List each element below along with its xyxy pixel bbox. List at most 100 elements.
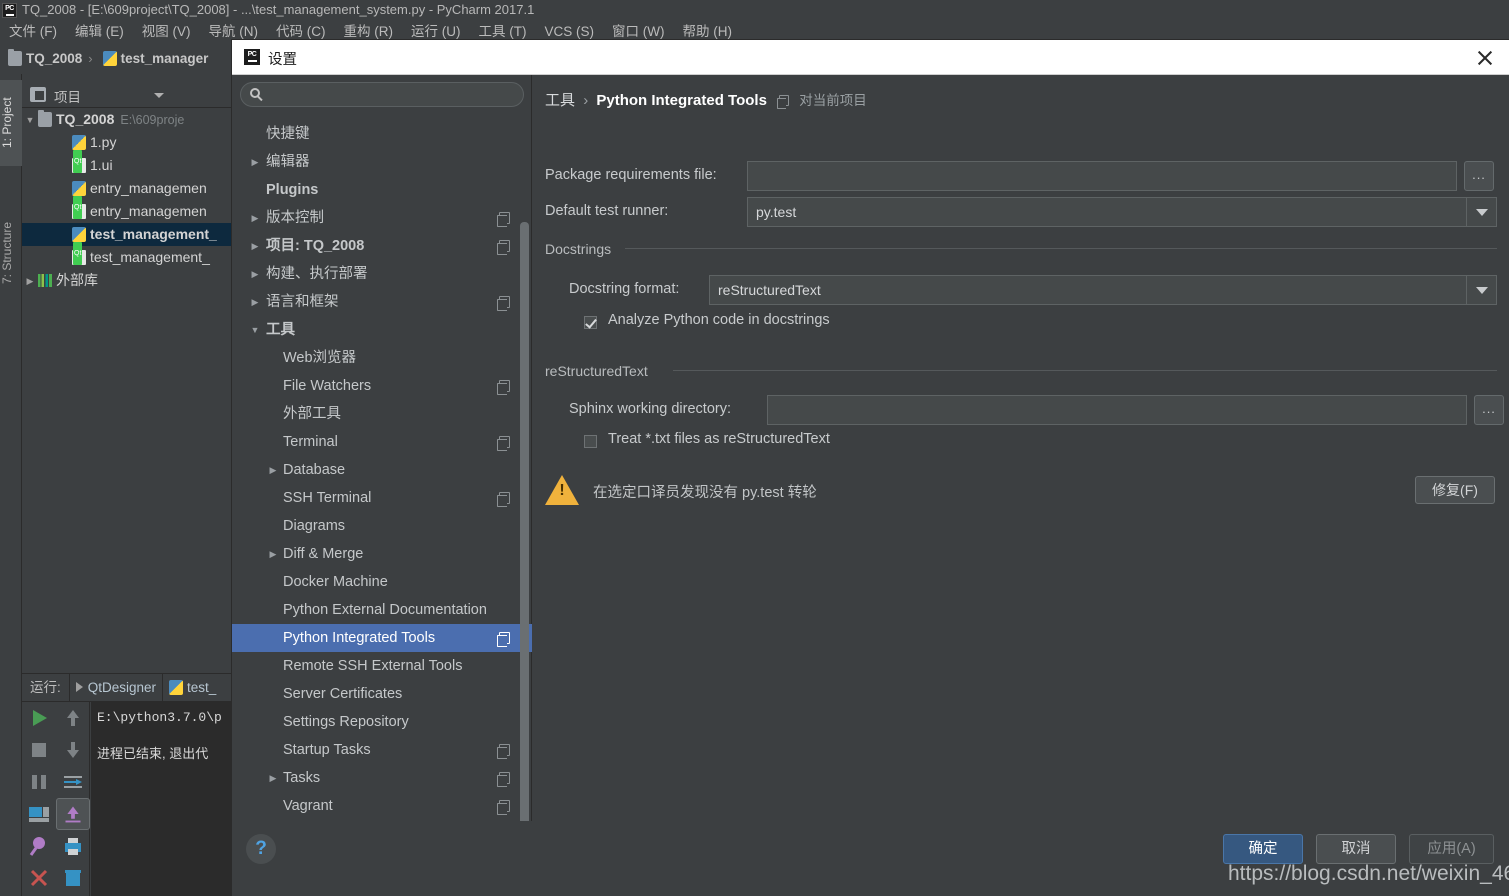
project-tree-row[interactable]: 1.py [22, 131, 232, 154]
settings-tree-item-17[interactable]: Python External Documentation [232, 596, 532, 624]
settings-tree-item-19[interactable]: Remote SSH External Tools [232, 652, 532, 680]
docstring-format-combobox[interactable]: reStructuredText [709, 275, 1497, 305]
settings-tree-item-15[interactable]: ▶ Diff & Merge [232, 540, 532, 568]
ide-breadcrumb-1[interactable]: test_manager [95, 44, 213, 74]
soft-wrap-button[interactable] [56, 766, 90, 798]
treat-txt-as-rest-label[interactable]: Treat *.txt files as reStructuredText [608, 431, 830, 447]
scroll-to-end-button[interactable] [56, 798, 90, 830]
chevron-right-icon[interactable]: ▶ [264, 540, 282, 568]
default-test-runner-combobox[interactable]: py.test [747, 197, 1497, 227]
ide-breadcrumb-0[interactable]: TQ_2008 [0, 44, 86, 74]
treat-txt-as-rest-checkbox[interactable] [584, 435, 597, 448]
rail-item-structure[interactable]: 7: Structure [0, 200, 22, 306]
project-tree[interactable]: ▼ TQ_2008 E:\609proje1.py 1.ui entry_managem… [22, 108, 232, 673]
menu-item-2[interactable]: 视图 (V) [133, 20, 200, 44]
scroll-up-button[interactable] [56, 702, 90, 734]
package-requirements-browse-button[interactable]: ... [1464, 161, 1494, 191]
copy-settings-icon[interactable] [497, 380, 510, 395]
run-tab-0[interactable]: QtDesigner [68, 674, 162, 701]
project-tree-row[interactable]: ▼ TQ_2008 E:\609proje [22, 108, 232, 131]
settings-tree-item-11[interactable]: Terminal [232, 428, 532, 456]
settings-tree-item-3[interactable]: ▶ 版本控制 [232, 204, 532, 232]
chevron-right-icon[interactable]: ▶ [246, 204, 264, 232]
pin-tab-button[interactable] [22, 830, 56, 862]
menu-item-1[interactable]: 编辑 (E) [66, 20, 133, 44]
clear-all-button[interactable] [56, 862, 90, 894]
run-tab-1[interactable]: test_ [162, 674, 222, 701]
chevron-right-icon[interactable]: ▶ [246, 148, 264, 176]
project-tree-row[interactable]: 1.ui [22, 150, 232, 177]
apply-button[interactable]: 应用(A) [1409, 834, 1494, 864]
project-tree-row[interactable]: test_management_ [22, 242, 232, 269]
settings-tree-item-9[interactable]: File Watchers [232, 372, 532, 400]
settings-tree-item-13[interactable]: SSH Terminal [232, 484, 532, 512]
project-tree-row[interactable]: entry_managemen [22, 177, 232, 200]
settings-tree-item-2[interactable]: Plugins [232, 176, 532, 204]
settings-tree-item-24[interactable]: Vagrant [232, 792, 532, 820]
chevron-right-icon[interactable]: ▶ [246, 288, 264, 316]
copy-settings-icon[interactable] [497, 436, 510, 451]
chevron-down-icon[interactable] [1466, 276, 1496, 304]
package-requirements-input[interactable] [747, 161, 1457, 191]
chevron-right-icon[interactable]: ▶ [264, 764, 282, 792]
copy-settings-icon[interactable] [497, 632, 510, 647]
scroll-down-button[interactable] [56, 734, 90, 766]
breadcrumb-root[interactable]: 工具 [545, 92, 575, 109]
print-button[interactable] [56, 830, 90, 862]
chevron-right-icon[interactable]: ▶ [246, 260, 264, 288]
chevron-down-icon[interactable]: ▼ [22, 109, 38, 132]
settings-tree-item-6[interactable]: ▶ 语言和框架 [232, 288, 532, 316]
chevron-right-icon[interactable]: ▶ [22, 270, 38, 293]
settings-tree-item-20[interactable]: Server Certificates [232, 680, 532, 708]
settings-tree-item-21[interactable]: Settings Repository [232, 708, 532, 736]
chevron-down-icon[interactable]: ▼ [246, 316, 264, 344]
chevron-down-icon[interactable] [1466, 198, 1496, 226]
analyze-python-code-label[interactable]: Analyze Python code in docstrings [608, 312, 830, 328]
settings-tree-item-5[interactable]: ▶ 构建、执行部署 [232, 260, 532, 288]
rail-item-project[interactable]: 1: Project [0, 80, 22, 166]
menu-item-0[interactable]: 文件 (F) [0, 20, 66, 44]
project-tree-row[interactable]: test_management_ [22, 223, 232, 246]
sphinx-working-directory-input[interactable] [767, 395, 1467, 425]
settings-tree-item-1[interactable]: ▶ 编辑器 [232, 148, 532, 176]
restore-layout-button[interactable] [22, 798, 56, 830]
close-icon[interactable] [1473, 46, 1497, 70]
search-input[interactable] [275, 83, 515, 106]
copy-settings-icon[interactable] [497, 296, 510, 311]
copy-settings-icon[interactable] [497, 800, 510, 815]
settings-tree-item-4[interactable]: ▶ 项目: TQ_2008 [232, 232, 532, 260]
run-button[interactable] [22, 702, 56, 734]
cancel-button[interactable]: 取消 [1316, 834, 1396, 864]
run-controls-column[interactable] [22, 702, 56, 896]
chevron-right-icon[interactable]: ▶ [264, 456, 282, 484]
settings-tree-item-12[interactable]: ▶ Database [232, 456, 532, 484]
copy-settings-icon[interactable] [497, 212, 510, 227]
settings-search-box[interactable] [240, 82, 524, 107]
settings-tree-item-16[interactable]: Docker Machine [232, 568, 532, 596]
sphinx-browse-button[interactable]: ... [1474, 395, 1504, 425]
copy-settings-icon[interactable] [497, 772, 510, 787]
pause-button[interactable] [22, 766, 56, 798]
settings-tree-scrollbar[interactable] [520, 222, 529, 861]
settings-tree[interactable]: 快捷键 ▶ 编辑器 Plugins ▶ 版本控制 ▶ 项目: TQ_2008 ▶ 构建、执行部署 ▶… [232, 120, 532, 861]
chevron-right-icon[interactable]: ▶ [246, 232, 264, 260]
fix-button[interactable]: 修复(F) [1415, 476, 1495, 504]
run-secondary-controls-column[interactable] [56, 702, 90, 896]
project-tree-row[interactable]: ▶ 外部库 [22, 269, 232, 292]
help-button[interactable]: ? [246, 834, 276, 864]
settings-tree-item-22[interactable]: Startup Tasks [232, 736, 532, 764]
chevron-down-icon[interactable] [154, 93, 164, 98]
settings-tree-item-0[interactable]: 快捷键 [232, 120, 532, 148]
ok-button[interactable]: 确定 [1223, 834, 1303, 864]
scope-copy-icon[interactable] [777, 95, 790, 109]
close-tab-button[interactable] [22, 862, 56, 894]
analyze-python-code-checkbox[interactable] [584, 316, 597, 329]
settings-tree-item-18[interactable]: Python Integrated Tools [232, 624, 532, 652]
copy-settings-icon[interactable] [497, 492, 510, 507]
settings-tree-item-14[interactable]: Diagrams [232, 512, 532, 540]
settings-tree-item-8[interactable]: Web浏览器 [232, 344, 532, 372]
copy-settings-icon[interactable] [497, 744, 510, 759]
project-tree-row[interactable]: entry_managemen [22, 196, 232, 223]
settings-tree-item-23[interactable]: ▶ Tasks [232, 764, 532, 792]
settings-tree-item-10[interactable]: 外部工具 [232, 400, 532, 428]
